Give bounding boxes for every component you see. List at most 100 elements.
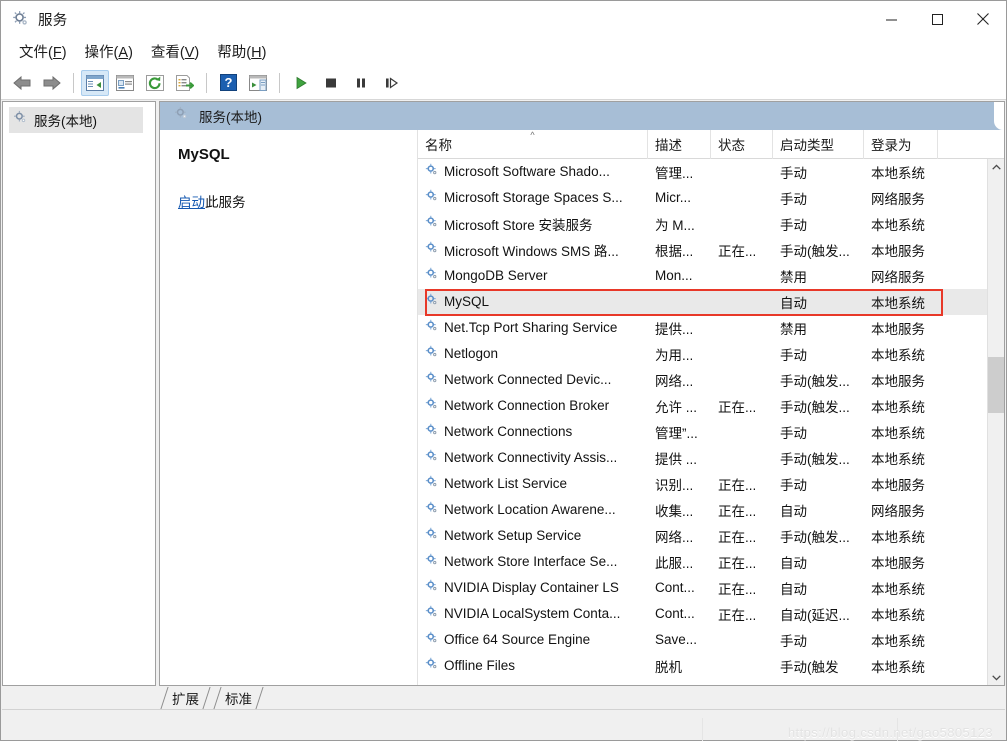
- column-header-name[interactable]: 名称 ^: [418, 129, 648, 159]
- table-row[interactable]: NVIDIA Display Container LS Cont... 正在... 自…: [418, 575, 1004, 601]
- table-row[interactable]: MySQL 自动 本地系统: [418, 288, 1004, 315]
- menu-file[interactable]: 文件(F): [10, 38, 76, 65]
- cell-startup-type: 手动: [780, 191, 807, 207]
- table-row[interactable]: Network List Service 识别... 正在... 手动 本地服务: [418, 471, 1004, 497]
- export-list-icon[interactable]: [171, 70, 199, 96]
- sort-ascending-icon: ^: [530, 129, 535, 140]
- service-gear-icon: [425, 163, 439, 180]
- stop-service-icon[interactable]: [317, 70, 345, 96]
- column-header-status[interactable]: 状态: [711, 129, 773, 159]
- cell-log-on-as: 本地服务: [871, 243, 925, 259]
- properties-icon[interactable]: [111, 70, 139, 96]
- service-action-text: 启动此服务: [178, 191, 417, 211]
- restart-service-icon[interactable]: [377, 70, 405, 96]
- table-row[interactable]: Network Connection Broker 允许 ... 正在... 手动(触…: [418, 393, 1004, 419]
- menu-action[interactable]: 操作(A): [76, 38, 142, 65]
- cell-log-on-as: 本地系统: [871, 581, 925, 597]
- scrollbar-thumb[interactable]: [988, 356, 1004, 413]
- tree-item-services-local[interactable]: 服务(本地): [9, 107, 143, 133]
- vertical-scrollbar[interactable]: [987, 158, 1004, 685]
- column-header-filler: [938, 130, 1004, 159]
- minimize-button[interactable]: [868, 1, 914, 37]
- pause-service-icon[interactable]: [347, 70, 375, 96]
- tab-standard[interactable]: 标准: [212, 687, 265, 709]
- start-service-icon[interactable]: [287, 70, 315, 96]
- scroll-up-arrow[interactable]: [988, 159, 1004, 176]
- forward-icon[interactable]: [38, 70, 66, 96]
- table-row[interactable]: Network Store Interface Se... 此服... 正在... 自…: [418, 549, 1004, 575]
- table-row[interactable]: Network Connections 管理”... 手动 本地系统: [418, 419, 1004, 445]
- show-hide-tree-icon[interactable]: [81, 69, 109, 96]
- column-header-startup-type[interactable]: 启动类型: [773, 129, 864, 159]
- title-bar: 服务: [1, 1, 1006, 37]
- table-row[interactable]: Microsoft Software Shado... 管理... 手动 本地系统: [418, 159, 1004, 185]
- cell-log-on-as: 本地系统: [871, 607, 925, 623]
- cell-status: [711, 367, 773, 393]
- table-row[interactable]: NVIDIA LocalSystem Conta... Cont... 正在... 自…: [418, 601, 1004, 627]
- menu-help[interactable]: 帮助(H): [208, 38, 275, 65]
- service-gear-icon: [425, 605, 439, 622]
- maximize-button[interactable]: [914, 1, 960, 37]
- table-row[interactable]: Microsoft Windows SMS 路... 根据... 正在... 手动(触…: [418, 237, 1004, 263]
- services-list: 名称 ^ 描述 状态 启动类型 登录为 Microsoft Software S…: [418, 129, 1004, 685]
- service-name-label: NVIDIA Display Container LS: [444, 580, 619, 596]
- table-row[interactable]: Net.Tcp Port Sharing Service 提供... 禁用 本地服务: [418, 315, 1004, 341]
- pane-header: 服务(本地): [160, 102, 1004, 130]
- scroll-down-arrow[interactable]: [988, 669, 1004, 685]
- table-row[interactable]: Network Connected Devic... 网络... 手动(触发... 本…: [418, 367, 1004, 393]
- cell-service-name: NVIDIA Display Container LS: [418, 575, 648, 601]
- table-row[interactable]: Network Connectivity Assis... 提供 ... 手动(触发…: [418, 445, 1004, 471]
- cell-log-on-as: 本地服务: [871, 321, 925, 337]
- help-icon[interactable]: ?: [214, 70, 242, 96]
- tab-extended[interactable]: 扩展: [159, 687, 212, 709]
- console-tree-pane: 服务(本地): [2, 101, 156, 686]
- table-row[interactable]: Network Setup Service 网络... 正在... 手动(触发... 本…: [418, 523, 1004, 549]
- window-controls: [868, 1, 1006, 37]
- table-row[interactable]: MongoDB Server Mon... 禁用 网络服务: [418, 263, 1004, 289]
- services-gear-icon: [174, 106, 189, 126]
- service-name-label: Microsoft Storage Spaces S...: [444, 190, 623, 206]
- refresh-icon[interactable]: [141, 70, 169, 96]
- service-gear-icon: [425, 475, 439, 492]
- service-name-label: Offline Files: [444, 658, 516, 674]
- cell-service-name: Offline Files: [418, 653, 648, 679]
- cell-description: Save...: [655, 632, 698, 648]
- table-row[interactable]: Office 64 Source Engine Save... 手动 本地系统: [418, 627, 1004, 653]
- column-header-log-on-as[interactable]: 登录为: [864, 129, 938, 159]
- cell-status: [711, 211, 773, 237]
- cell-status: 正在...: [718, 607, 757, 623]
- cell-startup-type: 手动(触发: [780, 659, 839, 675]
- back-icon[interactable]: [8, 70, 36, 96]
- menu-view[interactable]: 查看(V): [142, 38, 208, 65]
- table-row[interactable]: Netlogon 为用... 手动 本地系统: [418, 341, 1004, 367]
- status-bar: https://blog.csdn.net/gao5805123: [2, 709, 1005, 741]
- svg-text:?: ?: [224, 75, 232, 90]
- cell-description: [648, 289, 711, 315]
- cell-status: [711, 159, 773, 185]
- service-name-label: Office 64 Source Engine: [444, 632, 591, 648]
- table-row[interactable]: Offline Files 脱机 手动(触发 本地系统: [418, 653, 1004, 679]
- cell-description: 允许 ...: [655, 399, 698, 415]
- cell-status: 正在...: [718, 581, 757, 597]
- service-name-label: Net.Tcp Port Sharing Service: [444, 320, 618, 336]
- service-gear-icon: [425, 319, 439, 336]
- close-button[interactable]: [960, 1, 1006, 37]
- cell-status: 正在...: [718, 555, 757, 571]
- cell-startup-type: 手动(触发...: [780, 529, 850, 545]
- table-row[interactable]: Microsoft Storage Spaces S... Micr... 手动 网络…: [418, 185, 1004, 211]
- service-gear-icon: [425, 579, 439, 596]
- service-gear-icon: [425, 397, 439, 414]
- table-row[interactable]: Network Location Awarene... 收集... 正在... 自动 网…: [418, 497, 1004, 523]
- cell-service-name: Network List Service: [418, 471, 648, 497]
- cell-service-name: Microsoft Software Shado...: [418, 159, 648, 185]
- cell-description: 识别...: [655, 477, 694, 493]
- services-gear-icon: [13, 110, 28, 130]
- service-name-label: Network Store Interface Se...: [444, 554, 618, 570]
- column-header-description[interactable]: 描述: [648, 129, 711, 159]
- service-action-tail: 此服务: [205, 194, 246, 210]
- cell-log-on-as: 本地系统: [871, 347, 925, 363]
- service-gear-icon: [425, 553, 439, 570]
- show-action-pane-icon[interactable]: [244, 70, 272, 96]
- start-service-link[interactable]: 启动: [178, 195, 205, 210]
- table-row[interactable]: Microsoft Store 安装服务 为 M... 手动 本地系统: [418, 211, 1004, 237]
